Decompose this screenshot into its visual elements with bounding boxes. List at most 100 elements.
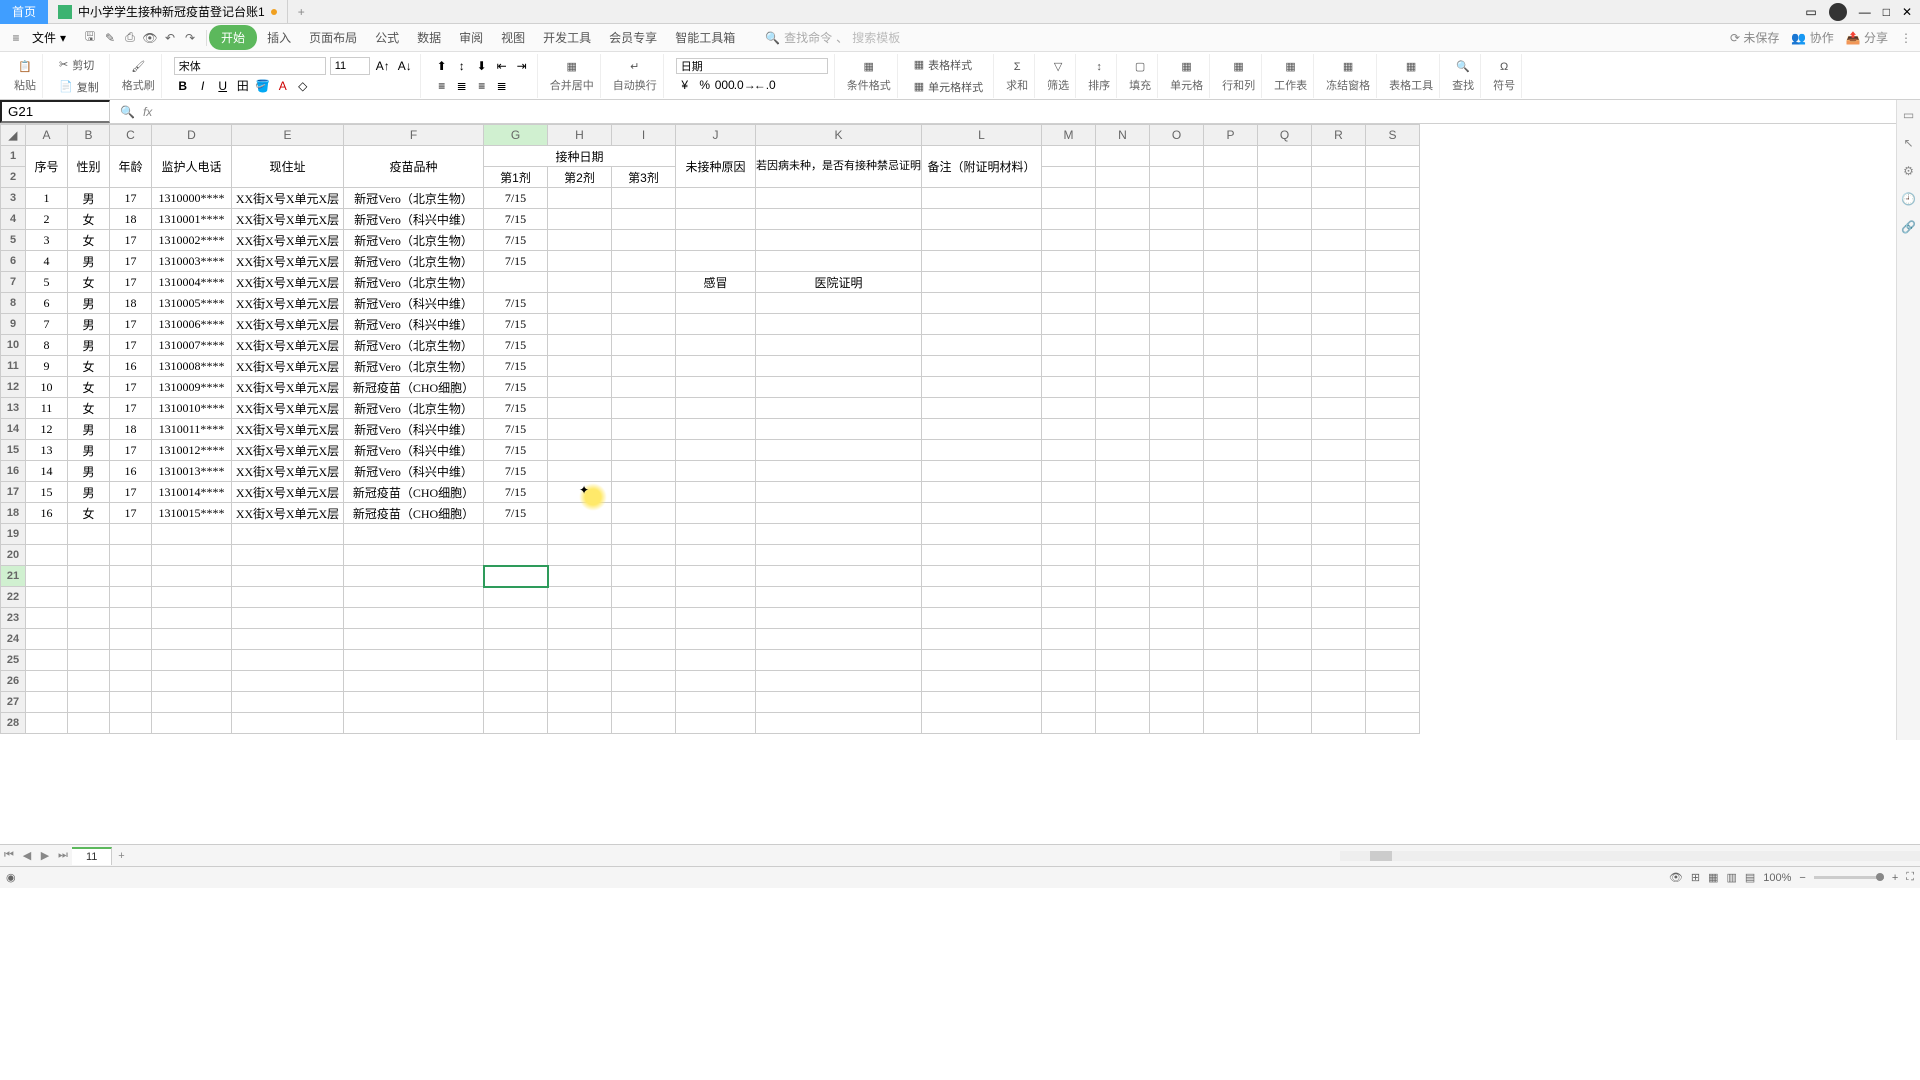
currency-icon[interactable]: ¥	[676, 76, 694, 94]
select-all-cell[interactable]: ◢	[1, 125, 26, 146]
align-left-icon[interactable]: ≡	[433, 77, 451, 95]
fontcolor-button[interactable]: A	[274, 77, 292, 95]
sheet-nav-next-icon[interactable]: ▶	[36, 849, 54, 862]
hamburger-icon[interactable]: ≡	[8, 30, 24, 46]
share-button[interactable]: 📤 分享	[1846, 29, 1888, 46]
sheet-add-button[interactable]: +	[112, 850, 130, 862]
menu-file[interactable]: 文件▾	[26, 27, 72, 48]
spreadsheet-area[interactable]: ◢ABCDEFGHIJKLMNOPQRS1序号性别年龄监护人电话现住址疫苗品种接…	[0, 124, 1920, 844]
close-icon[interactable]: ✕	[1902, 5, 1912, 19]
merge-button[interactable]: ▦	[563, 58, 581, 75]
sheet-nav-prev-icon[interactable]: ◀	[18, 849, 36, 862]
menu-tab-公式[interactable]: 公式	[367, 25, 407, 50]
align-top-icon[interactable]: ⬆	[433, 57, 451, 75]
save-icon[interactable]: 🖫	[82, 30, 98, 46]
align-right-icon[interactable]: ≡	[473, 77, 491, 95]
rowcol-button[interactable]: ▦	[1229, 58, 1247, 75]
col-header-A[interactable]: A	[26, 125, 68, 146]
link-icon[interactable]: 🔗	[1901, 220, 1916, 234]
undo-icon[interactable]: ↶	[162, 30, 178, 46]
col-header-C[interactable]: C	[110, 125, 152, 146]
percent-icon[interactable]: %	[696, 76, 714, 94]
menu-tab-会员专享[interactable]: 会员专享	[601, 25, 665, 50]
cell-reference-input[interactable]	[0, 100, 110, 123]
sheet-nav-first-icon[interactable]: ⏮	[0, 849, 18, 862]
menu-tab-插入[interactable]: 插入	[259, 25, 299, 50]
border-button[interactable]: 田	[234, 77, 252, 95]
col-header-M[interactable]: M	[1042, 125, 1096, 146]
col-header-Q[interactable]: Q	[1258, 125, 1312, 146]
col-header-J[interactable]: J	[676, 125, 756, 146]
header-proof[interactable]: 若因病未种，是否有接种禁忌证明	[756, 146, 922, 188]
header-dose1[interactable]: 第1剂	[484, 167, 548, 188]
fullscreen-icon[interactable]: ⛶	[1906, 871, 1914, 884]
header-vac[interactable]: 疫苗品种	[344, 146, 484, 188]
menu-tab-数据[interactable]: 数据	[409, 25, 449, 50]
eye-icon[interactable]: 👁	[1669, 871, 1683, 884]
font-size-select[interactable]	[330, 57, 370, 75]
wrap-button[interactable]: ↵	[626, 58, 643, 75]
worksheet-button[interactable]: ▦	[1281, 58, 1299, 75]
header-tel[interactable]: 监护人电话	[152, 146, 232, 188]
zoom-out-icon[interactable]: −	[1799, 872, 1805, 884]
header-note[interactable]: 备注（附证明材料）	[922, 146, 1042, 188]
col-header-H[interactable]: H	[548, 125, 612, 146]
maximize-icon[interactable]: □	[1883, 5, 1890, 19]
filter-button[interactable]: ▽	[1050, 58, 1066, 75]
dec-decimal-icon[interactable]: ←.0	[756, 76, 774, 94]
header-dose2[interactable]: 第2剂	[548, 167, 612, 188]
avatar[interactable]	[1829, 3, 1847, 21]
zoom-in-icon[interactable]: +	[1892, 872, 1898, 884]
tablefmt-button[interactable]: ▦ 表格样式	[910, 55, 976, 75]
menu-tab-开发工具[interactable]: 开发工具	[535, 25, 599, 50]
header-age[interactable]: 年龄	[110, 146, 152, 188]
formula-input[interactable]	[162, 102, 1920, 121]
minimize-icon[interactable]: —	[1859, 5, 1871, 19]
col-header-D[interactable]: D	[152, 125, 232, 146]
align-justify-icon[interactable]: ≣	[493, 77, 511, 95]
tab-add[interactable]: +	[288, 1, 315, 23]
menu-tab-智能工具箱[interactable]: 智能工具箱	[667, 25, 743, 50]
header-dates[interactable]: 接种日期	[484, 146, 676, 167]
print-icon[interactable]: ⎙	[122, 30, 138, 46]
menu-tab-审阅[interactable]: 审阅	[451, 25, 491, 50]
menu-tab-页面布局[interactable]: 页面布局	[301, 25, 365, 50]
align-middle-icon[interactable]: ↕	[453, 57, 471, 75]
number-format-select[interactable]	[676, 58, 828, 74]
paste-button[interactable]: 📋	[14, 58, 36, 75]
col-header-G[interactable]: G	[484, 125, 548, 146]
italic-button[interactable]: I	[194, 77, 212, 95]
col-header-B[interactable]: B	[68, 125, 110, 146]
col-header-R[interactable]: R	[1312, 125, 1366, 146]
zoom-slider[interactable]	[1814, 876, 1884, 879]
pointer-icon[interactable]: ↖	[1903, 136, 1913, 150]
view-normal-icon[interactable]: ▦	[1708, 871, 1718, 884]
cellfmt-button[interactable]: ▦ 单元格样式	[910, 77, 987, 97]
sheet-tab-active[interactable]: 11	[72, 847, 112, 865]
col-header-P[interactable]: P	[1204, 125, 1258, 146]
condfmt-button[interactable]: ▦	[860, 58, 878, 75]
col-header-K[interactable]: K	[756, 125, 922, 146]
header-addr[interactable]: 现住址	[232, 146, 344, 188]
align-bottom-icon[interactable]: ⬇	[473, 57, 491, 75]
col-header-O[interactable]: O	[1150, 125, 1204, 146]
comma-icon[interactable]: 000	[716, 76, 734, 94]
col-header-N[interactable]: N	[1096, 125, 1150, 146]
copy-button[interactable]: 📄 复制	[55, 77, 103, 97]
increase-font-icon[interactable]: A↑	[374, 57, 392, 75]
fillcolor-button[interactable]: 🪣	[254, 77, 272, 95]
find-button[interactable]: 🔍	[1452, 58, 1474, 75]
formatbrush-button[interactable]: 🖌	[127, 58, 149, 75]
align-center-icon[interactable]: ≣	[453, 77, 471, 95]
zoom-value[interactable]: 100%	[1763, 872, 1791, 884]
sheet-nav-last-icon[interactable]: ⏭	[54, 849, 72, 862]
font-name-select[interactable]	[174, 57, 326, 75]
settings-icon[interactable]: ⚙	[1903, 164, 1914, 178]
decrease-font-icon[interactable]: A↓	[396, 57, 414, 75]
view-break-icon[interactable]: ▤	[1745, 871, 1755, 884]
selected-cell[interactable]	[484, 566, 548, 587]
underline-button[interactable]: U	[214, 77, 232, 95]
search-placeholder[interactable]: 搜索模板	[852, 29, 900, 46]
col-header-F[interactable]: F	[344, 125, 484, 146]
clearfmt-button[interactable]: ◇	[294, 77, 312, 95]
